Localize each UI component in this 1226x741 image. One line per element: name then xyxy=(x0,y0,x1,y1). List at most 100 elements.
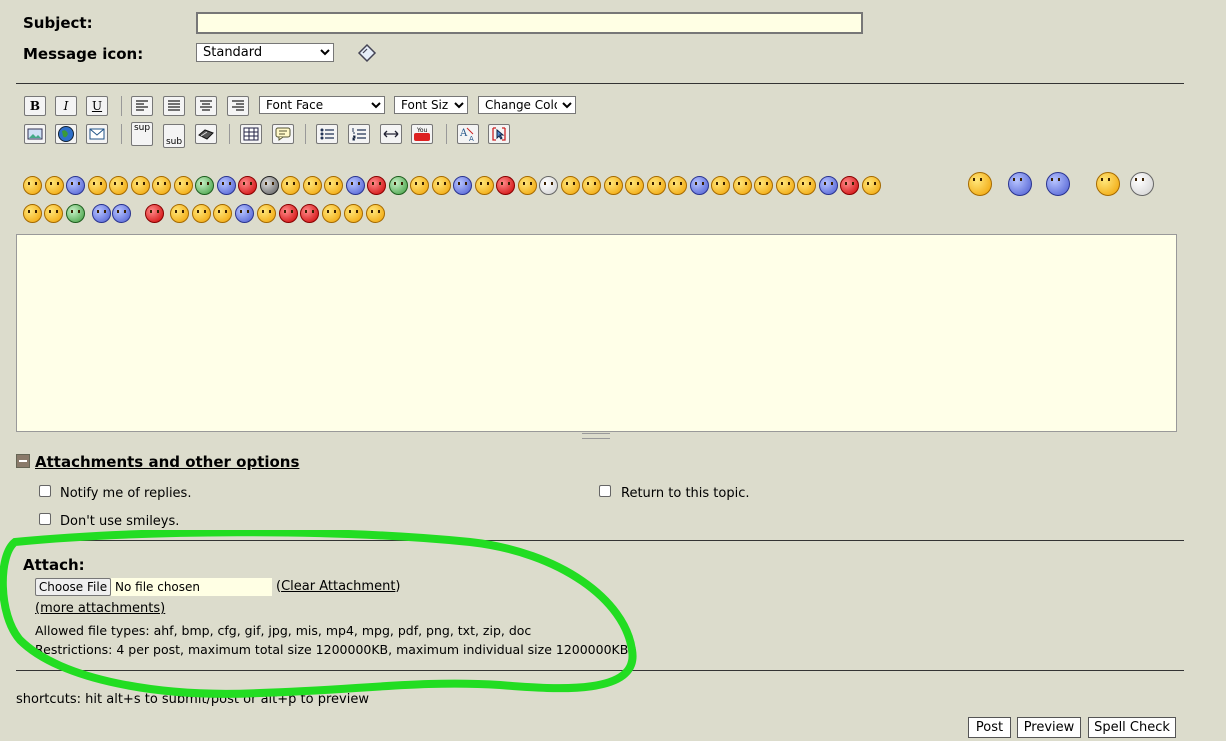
remove-format-button[interactable]: AA xyxy=(457,124,479,144)
horizontal-rule-button[interactable] xyxy=(380,124,402,144)
smiley-icon[interactable] xyxy=(1096,172,1120,196)
insert-table-button[interactable] xyxy=(240,124,262,144)
smiley-icon[interactable] xyxy=(840,176,859,195)
smiley-icon[interactable] xyxy=(968,172,992,196)
font-size-select[interactable]: Font Size xyxy=(394,96,468,114)
smiley-icon[interactable] xyxy=(257,204,276,223)
smiley-icon[interactable] xyxy=(1130,172,1154,196)
spell-check-button[interactable]: Spell Check xyxy=(1088,717,1176,738)
smiley-icon[interactable] xyxy=(170,204,189,223)
smiley-icon[interactable] xyxy=(754,176,773,195)
smiley-icon[interactable] xyxy=(733,176,752,195)
smiley-icon[interactable] xyxy=(690,176,709,195)
smiley-icon[interactable] xyxy=(281,176,300,195)
superscript-button[interactable]: sup xyxy=(131,122,153,146)
message-icon-select[interactable]: Standard xyxy=(196,43,334,62)
smiley-icon[interactable] xyxy=(819,176,838,195)
smiley-icon[interactable] xyxy=(797,176,816,195)
smiley-icon[interactable] xyxy=(235,204,254,223)
smiley-icon[interactable] xyxy=(92,204,111,223)
smiley-icon[interactable] xyxy=(322,204,341,223)
smiley-icon[interactable] xyxy=(453,176,472,195)
insert-link-button[interactable] xyxy=(55,124,77,144)
collapse-icon[interactable] xyxy=(16,454,30,468)
smiley-icon[interactable] xyxy=(238,176,257,195)
resize-grip[interactable] xyxy=(582,433,610,439)
smiley-icon[interactable] xyxy=(668,176,687,195)
smiley-icon[interactable] xyxy=(303,176,322,195)
attachments-options-link[interactable]: Attachments and other options xyxy=(35,453,299,471)
notify-checkbox[interactable] xyxy=(39,485,51,497)
smiley-icon[interactable] xyxy=(367,176,386,195)
justify-button[interactable] xyxy=(163,96,185,116)
smiley-icon[interactable] xyxy=(389,176,408,195)
smiley-icon[interactable] xyxy=(496,176,515,195)
smiley-icon[interactable] xyxy=(432,176,451,195)
bold-button[interactable]: B xyxy=(24,96,46,116)
smiley-icon[interactable] xyxy=(324,176,343,195)
smiley-icon[interactable] xyxy=(66,204,85,223)
smiley-icon[interactable] xyxy=(711,176,730,195)
bullet-list-button[interactable] xyxy=(316,124,338,144)
smiley-icon[interactable] xyxy=(647,176,666,195)
align-left-button[interactable] xyxy=(131,96,153,116)
toolbar-separator xyxy=(229,124,230,144)
smiley-icon[interactable] xyxy=(279,204,298,223)
message-textarea[interactable] xyxy=(16,234,1177,432)
smiley-icon[interactable] xyxy=(109,176,128,195)
subject-input[interactable] xyxy=(196,12,863,34)
smiley-icon[interactable] xyxy=(195,176,214,195)
smiley-icon[interactable] xyxy=(145,204,164,223)
smiley-icon[interactable] xyxy=(518,176,537,195)
smiley-icon[interactable] xyxy=(88,176,107,195)
smiley-icon[interactable] xyxy=(66,176,85,195)
smiley-icon[interactable] xyxy=(862,176,881,195)
insert-email-button[interactable] xyxy=(86,124,108,144)
smiley-icon[interactable] xyxy=(625,176,644,195)
align-center-button[interactable] xyxy=(195,96,217,116)
smiley-icon[interactable] xyxy=(192,204,211,223)
smiley-icon[interactable] xyxy=(344,204,363,223)
smiley-icon[interactable] xyxy=(300,204,319,223)
smiley-icon[interactable] xyxy=(260,176,279,195)
smiley-icon[interactable] xyxy=(23,204,42,223)
smiley-icon[interactable] xyxy=(410,176,429,195)
smiley-icon[interactable] xyxy=(475,176,494,195)
font-face-select[interactable]: Font Face xyxy=(259,96,385,114)
smiley-icon[interactable] xyxy=(44,204,63,223)
align-center-icon xyxy=(200,100,212,111)
select-all-button[interactable] xyxy=(488,124,510,144)
smiley-icon[interactable] xyxy=(366,204,385,223)
smiley-icon[interactable] xyxy=(23,176,42,195)
subscript-button[interactable]: sub xyxy=(163,124,185,148)
teletype-button[interactable] xyxy=(195,124,217,144)
no-smileys-checkbox[interactable] xyxy=(39,513,51,525)
smiley-icon[interactable] xyxy=(45,176,64,195)
smiley-icon[interactable] xyxy=(217,176,236,195)
smiley-icon[interactable] xyxy=(131,176,150,195)
smiley-icon[interactable] xyxy=(776,176,795,195)
smiley-icon[interactable] xyxy=(604,176,623,195)
smiley-icon[interactable] xyxy=(561,176,580,195)
smiley-icon[interactable] xyxy=(112,204,131,223)
globe-icon xyxy=(58,126,74,142)
post-button[interactable]: Post xyxy=(968,717,1011,738)
smiley-icon[interactable] xyxy=(346,176,365,195)
smiley-icon[interactable] xyxy=(1008,172,1032,196)
smiley-icon[interactable] xyxy=(174,176,193,195)
align-right-button[interactable] xyxy=(227,96,249,116)
insert-image-button[interactable] xyxy=(24,124,46,144)
change-color-select[interactable]: Change Color xyxy=(478,96,576,114)
smiley-icon[interactable] xyxy=(582,176,601,195)
return-topic-checkbox[interactable] xyxy=(599,485,611,497)
italic-button[interactable]: I xyxy=(55,96,77,116)
numbered-list-button[interactable] xyxy=(348,124,370,144)
smiley-icon[interactable] xyxy=(152,176,171,195)
youtube-button[interactable]: You xyxy=(411,124,433,144)
preview-button[interactable]: Preview xyxy=(1017,717,1081,738)
smiley-icon[interactable] xyxy=(1046,172,1070,196)
insert-quote-button[interactable] xyxy=(272,124,294,144)
smiley-icon[interactable] xyxy=(539,176,558,195)
smiley-icon[interactable] xyxy=(213,204,232,223)
underline-button[interactable]: U xyxy=(86,96,108,116)
